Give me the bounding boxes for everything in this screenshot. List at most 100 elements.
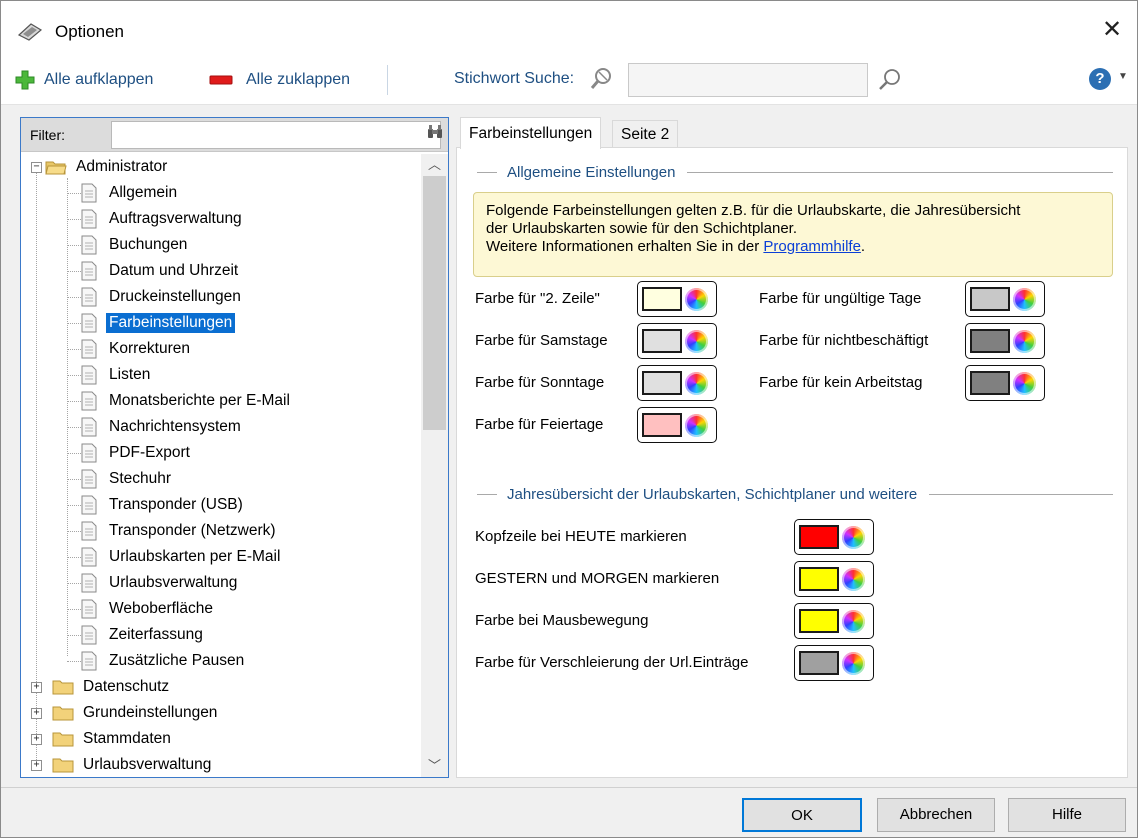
document-icon [81, 573, 97, 593]
expand-toggle-icon[interactable]: + [31, 681, 42, 693]
document-icon [81, 391, 97, 411]
tree-folder-grundeinstellungen[interactable]: + Grundeinstellungen [31, 700, 220, 726]
expand-toggle-icon[interactable]: + [31, 707, 42, 719]
tree-item-druckeinstellungen[interactable]: Druckeinstellungen [61, 284, 244, 310]
tree-label: Buchungen [109, 236, 188, 253]
expand-all-button[interactable]: Alle aufklappen [14, 67, 153, 93]
document-icon [81, 183, 97, 203]
color-picker-today-header[interactable] [794, 519, 874, 555]
filter-input[interactable] [111, 121, 441, 149]
color-picker-yesterday-tomorrow[interactable] [794, 561, 874, 597]
section-title: Jahresübersicht der Urlaubskarten, Schic… [507, 486, 918, 503]
tree-label: Grundeinstellungen [83, 704, 218, 721]
color-picker-no-workday[interactable] [965, 365, 1045, 401]
tree-item-auftragsverwaltung[interactable]: Auftragsverwaltung [61, 206, 245, 232]
info-text-line: der Urlaubskarten sowie für den Schichtp… [486, 220, 798, 237]
dialog-button-bar: OK Abbrechen Hilfe [1, 787, 1137, 837]
tree-item-nachrichtensystem[interactable]: Nachrichtensystem [61, 414, 244, 440]
info-text: . [860, 238, 866, 255]
color-label-not-employed: Farbe für nichtbeschäftigt [759, 332, 929, 349]
color-picker-invalid-days[interactable] [965, 281, 1045, 317]
tree-item-allgemein[interactable]: Allgemein [61, 180, 180, 206]
color-picker-saturdays[interactable] [637, 323, 717, 359]
title-bar: Optionen ✕ [1, 1, 1137, 55]
program-help-link[interactable]: Programmhilfe [763, 238, 861, 255]
info-text-line: Weitere Informationen erhalten Sie in de… [486, 238, 1100, 256]
minus-icon [209, 75, 233, 85]
help-button[interactable]: Hilfe [1008, 798, 1126, 832]
tree-item-zusaetzliche-pausen[interactable]: Zusätzliche Pausen [61, 648, 247, 674]
color-swatch [799, 567, 839, 591]
tree-item-zeiterfassung[interactable]: Zeiterfassung [61, 622, 206, 648]
color-picker-second-row[interactable] [637, 281, 717, 317]
expand-toggle-icon[interactable]: + [31, 759, 42, 771]
tree-item-listen[interactable]: Listen [61, 362, 153, 388]
color-picker-obfuscation[interactable] [794, 645, 874, 681]
general-settings-heading: Allgemeine Einstellungen [477, 164, 1113, 181]
tree-folder-administrator[interactable]: − Administrator [31, 154, 170, 180]
color-wheel-icon [685, 287, 708, 311]
tree-label: Zusätzliche Pausen [109, 652, 245, 669]
color-wheel-icon [1013, 329, 1036, 353]
document-icon [81, 287, 97, 307]
close-button[interactable]: ✕ [1097, 15, 1127, 45]
tree-label: Allgemein [109, 184, 178, 201]
tree-folder-stammdaten[interactable]: + Stammdaten [31, 726, 174, 752]
tree-item-stechuhr[interactable]: Stechuhr [61, 466, 174, 492]
color-picker-sundays[interactable] [637, 365, 717, 401]
search-clear-icon[interactable] [589, 67, 615, 91]
binoculars-icon[interactable] [426, 123, 444, 141]
tree-label: Urlaubsverwaltung [109, 574, 238, 591]
collapse-all-button[interactable]: Alle zuklappen [209, 67, 350, 93]
tree-folder-datenschutz[interactable]: + Datenschutz [31, 674, 172, 700]
document-icon [81, 495, 97, 515]
tab-seite-2[interactable]: Seite 2 [612, 120, 679, 148]
tree-item-transponder-usb[interactable]: Transponder (USB) [61, 492, 246, 518]
document-icon [81, 599, 97, 619]
keyword-search-input[interactable] [628, 63, 868, 97]
scrollbar-thumb[interactable] [423, 176, 446, 430]
color-wheel-icon [685, 413, 708, 437]
settings-panel: Allgemeine Einstellungen Folgende Farbei… [456, 147, 1128, 778]
search-icon[interactable] [877, 67, 903, 93]
collapse-all-label: Alle zuklappen [246, 71, 351, 88]
tree-item-urlaubsverwaltung[interactable]: Urlaubsverwaltung [61, 570, 240, 596]
color-picker-not-employed[interactable] [965, 323, 1045, 359]
document-icon [81, 339, 97, 359]
collapse-toggle-icon[interactable]: − [31, 161, 42, 173]
color-picker-holidays[interactable] [637, 407, 717, 443]
tree-item-korrekturen[interactable]: Korrekturen [61, 336, 193, 362]
color-label-second-row: Farbe für "2. Zeile" [475, 290, 600, 307]
expand-toggle-icon[interactable]: + [31, 733, 42, 745]
cancel-button[interactable]: Abbrechen [877, 798, 995, 832]
tree-item-datum-und-uhrzeit[interactable]: Datum und Uhrzeit [61, 258, 241, 284]
search-label: Stichwort Suche: [454, 70, 575, 87]
color-label-invalid-days: Farbe für ungültige Tage [759, 290, 922, 307]
color-swatch [642, 371, 682, 395]
scroll-up-icon[interactable]: ︿ [421, 154, 448, 176]
color-swatch [642, 329, 682, 353]
tree-item-transponder-netzwerk[interactable]: Transponder (Netzwerk) [61, 518, 279, 544]
help-dropdown-arrow[interactable]: ▼ [1118, 71, 1128, 82]
color-wheel-icon [1013, 287, 1036, 311]
tree-folder-urlaubsverwaltung[interactable]: + Urlaubsverwaltung [31, 752, 214, 777]
tree-item-pdf-export[interactable]: PDF-Export [61, 440, 193, 466]
ok-button[interactable]: OK [742, 798, 862, 832]
tree-label: Listen [109, 366, 151, 383]
color-wheel-icon [842, 525, 865, 549]
tree-scrollbar[interactable]: ︿ ﹀ [421, 154, 448, 777]
tab-label: Seite 2 [621, 125, 670, 143]
tree-label: Monatsberichte per E-Mail [109, 392, 290, 409]
tree-item-weboberflaeche[interactable]: Weboberfläche [61, 596, 216, 622]
tree-item-monatsberichte[interactable]: Monatsberichte per E-Mail [61, 388, 293, 414]
tree-item-farbeinstellungen[interactable]: Farbeinstellungen [61, 310, 236, 336]
scroll-down-icon[interactable]: ﹀ [421, 755, 448, 777]
color-label-obfuscation: Farbe für Verschleierung der Url.Einträg… [475, 654, 749, 671]
info-box: Folgende Farbeinstellungen gelten z.B. f… [473, 192, 1113, 277]
tree-item-urlaubskarten-email[interactable]: Urlaubskarten per E-Mail [61, 544, 283, 570]
tab-farbeinstellungen[interactable]: Farbeinstellungen [460, 117, 602, 149]
tree-item-buchungen[interactable]: Buchungen [61, 232, 190, 258]
help-icon[interactable]: ? [1089, 68, 1111, 90]
color-picker-mouse-hover[interactable] [794, 603, 874, 639]
color-swatch [799, 525, 839, 549]
